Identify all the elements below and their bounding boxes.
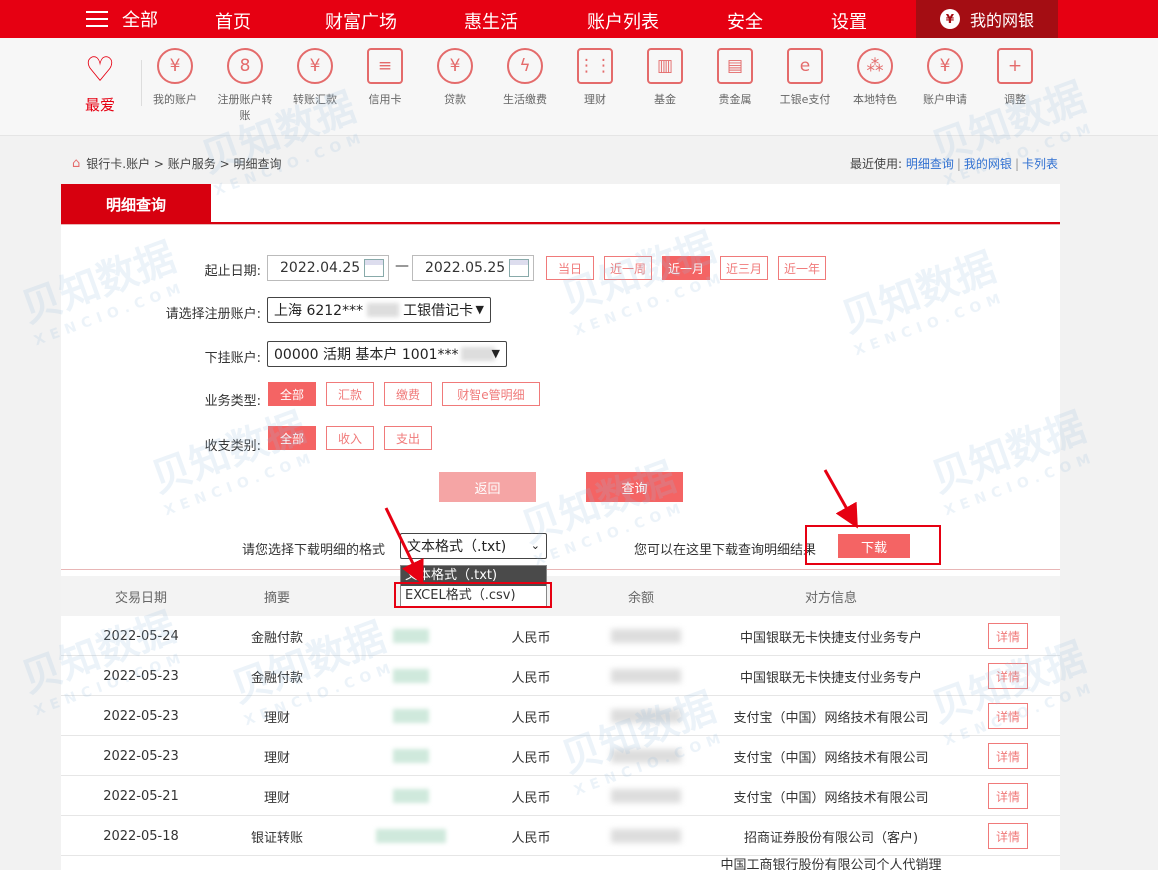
annotation-arrows bbox=[384, 469, 858, 585]
arrow-to-csv bbox=[384, 507, 424, 585]
arrow-to-download bbox=[823, 469, 858, 529]
